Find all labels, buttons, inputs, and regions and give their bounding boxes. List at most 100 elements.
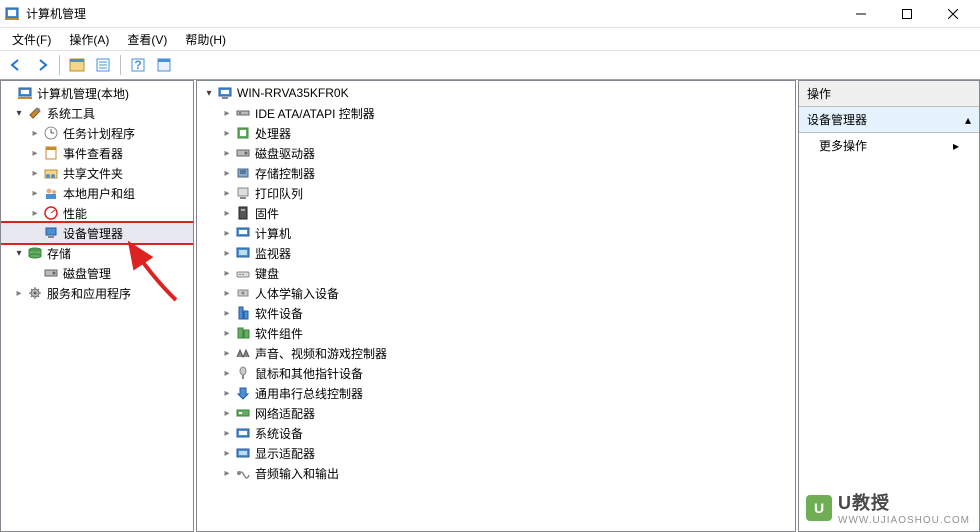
expander-icon[interactable] bbox=[221, 427, 233, 439]
tree-label: 软件组件 bbox=[255, 325, 303, 342]
device-category[interactable]: 固件 bbox=[197, 203, 795, 223]
storage-icon bbox=[27, 245, 43, 261]
device-category-icon bbox=[235, 145, 251, 161]
device-category-icon bbox=[235, 225, 251, 241]
tree-device-manager[interactable]: 设备管理器 bbox=[1, 223, 193, 243]
actions-subject[interactable]: 设备管理器 ▴ bbox=[799, 107, 979, 133]
menu-action[interactable]: 操作(A) bbox=[61, 29, 117, 50]
device-category-icon bbox=[235, 305, 251, 321]
device-category[interactable]: 人体学输入设备 bbox=[197, 283, 795, 303]
menu-help[interactable]: 帮助(H) bbox=[177, 29, 234, 50]
expander-icon[interactable] bbox=[221, 447, 233, 459]
tree-label: 磁盘驱动器 bbox=[255, 145, 315, 162]
device-category[interactable]: 通用串行总线控制器 bbox=[197, 383, 795, 403]
device-category-icon bbox=[235, 105, 251, 121]
watermark-url: WWW.UJIAOSHOU.COM bbox=[838, 515, 970, 526]
expander-icon[interactable] bbox=[29, 187, 41, 199]
device-category[interactable]: 系统设备 bbox=[197, 423, 795, 443]
tree-label: 处理器 bbox=[255, 125, 291, 142]
watermark: U U教授 WWW.UJIAOSHOU.COM bbox=[806, 489, 970, 526]
device-category[interactable]: 打印队列 bbox=[197, 183, 795, 203]
device-category-icon bbox=[235, 325, 251, 341]
expander-icon[interactable] bbox=[221, 147, 233, 159]
device-category[interactable]: 计算机 bbox=[197, 223, 795, 243]
minimize-button[interactable] bbox=[838, 0, 884, 28]
tree-services-apps[interactable]: 服务和应用程序 bbox=[1, 283, 193, 303]
tree-label: 声音、视频和游戏控制器 bbox=[255, 345, 387, 362]
device-category[interactable]: 监视器 bbox=[197, 243, 795, 263]
tree-label: 网络适配器 bbox=[255, 405, 315, 422]
expander-icon[interactable] bbox=[221, 327, 233, 339]
device-category[interactable]: 网络适配器 bbox=[197, 403, 795, 423]
expander-icon[interactable] bbox=[221, 207, 233, 219]
expander-icon[interactable] bbox=[221, 467, 233, 479]
tree-shared-folders[interactable]: 共享文件夹 bbox=[1, 163, 193, 183]
expander-icon[interactable] bbox=[13, 247, 25, 259]
show-hide-tree-button[interactable] bbox=[65, 53, 89, 77]
expander-icon[interactable] bbox=[203, 87, 215, 99]
properties-button[interactable] bbox=[91, 53, 115, 77]
device-category[interactable]: 处理器 bbox=[197, 123, 795, 143]
right-pane: 操作 设备管理器 ▴ 更多操作 ▸ bbox=[798, 80, 980, 532]
tree-root[interactable]: 计算机管理(本地) bbox=[1, 83, 193, 103]
refresh-button[interactable] bbox=[152, 53, 176, 77]
menu-view[interactable]: 查看(V) bbox=[119, 29, 175, 50]
device-category[interactable]: 软件组件 bbox=[197, 323, 795, 343]
device-category[interactable]: 鼠标和其他指针设备 bbox=[197, 363, 795, 383]
expander-icon[interactable] bbox=[221, 367, 233, 379]
tree-task-scheduler[interactable]: 任务计划程序 bbox=[1, 123, 193, 143]
close-button[interactable] bbox=[930, 0, 976, 28]
services-icon bbox=[27, 285, 43, 301]
expander-icon[interactable] bbox=[221, 407, 233, 419]
device-category[interactable]: 音频输入和输出 bbox=[197, 463, 795, 483]
expander-icon[interactable] bbox=[221, 267, 233, 279]
device-category[interactable]: 磁盘驱动器 bbox=[197, 143, 795, 163]
tree-label: 鼠标和其他指针设备 bbox=[255, 365, 363, 382]
maximize-button[interactable] bbox=[884, 0, 930, 28]
clock-icon bbox=[43, 125, 59, 141]
tree-disk-management[interactable]: 磁盘管理 bbox=[1, 263, 193, 283]
device-tree-root[interactable]: WIN-RRVA35KFR0K bbox=[197, 83, 795, 103]
device-category[interactable]: 声音、视频和游戏控制器 bbox=[197, 343, 795, 363]
tree-system-tools[interactable]: 系统工具 bbox=[1, 103, 193, 123]
disk-icon bbox=[43, 265, 59, 281]
expander-icon[interactable] bbox=[29, 127, 41, 139]
actions-more[interactable]: 更多操作 ▸ bbox=[799, 133, 979, 158]
device-category[interactable]: 存储控制器 bbox=[197, 163, 795, 183]
tree-label: 存储控制器 bbox=[255, 165, 315, 182]
back-button[interactable] bbox=[4, 53, 28, 77]
expander-icon[interactable] bbox=[221, 287, 233, 299]
tree-performance[interactable]: 性能 bbox=[1, 203, 193, 223]
svg-text:?: ? bbox=[134, 58, 141, 72]
expander-icon[interactable] bbox=[221, 187, 233, 199]
expander-icon[interactable] bbox=[29, 147, 41, 159]
expander-icon[interactable] bbox=[221, 167, 233, 179]
expander-icon[interactable] bbox=[29, 167, 41, 179]
tree-label: 打印队列 bbox=[255, 185, 303, 202]
expander-icon[interactable] bbox=[29, 207, 41, 219]
expander-icon[interactable] bbox=[221, 107, 233, 119]
device-category[interactable]: 显示适配器 bbox=[197, 443, 795, 463]
device-category-icon bbox=[235, 345, 251, 361]
device-manager-icon bbox=[43, 225, 59, 241]
forward-button[interactable] bbox=[30, 53, 54, 77]
menu-file[interactable]: 文件(F) bbox=[4, 29, 59, 50]
tree-local-users[interactable]: 本地用户和组 bbox=[1, 183, 193, 203]
expander-icon[interactable] bbox=[221, 347, 233, 359]
expander-icon[interactable] bbox=[13, 287, 25, 299]
left-pane: 计算机管理(本地) 系统工具 任务计划程序 事件查看器 共享文件夹 bbox=[0, 80, 194, 532]
expander-icon[interactable] bbox=[13, 107, 25, 119]
device-category[interactable]: 软件设备 bbox=[197, 303, 795, 323]
tree-storage[interactable]: 存储 bbox=[1, 243, 193, 263]
tree-label: 软件设备 bbox=[255, 305, 303, 322]
expander-icon[interactable] bbox=[221, 387, 233, 399]
expander-icon[interactable] bbox=[221, 227, 233, 239]
expander-icon[interactable] bbox=[221, 307, 233, 319]
tree-event-viewer[interactable]: 事件查看器 bbox=[1, 143, 193, 163]
device-category[interactable]: IDE ATA/ATAPI 控制器 bbox=[197, 103, 795, 123]
expander-icon[interactable] bbox=[221, 247, 233, 259]
device-category[interactable]: 键盘 bbox=[197, 263, 795, 283]
expander-icon[interactable] bbox=[221, 127, 233, 139]
tree-label: 磁盘管理 bbox=[63, 265, 111, 282]
help-button[interactable]: ? bbox=[126, 53, 150, 77]
